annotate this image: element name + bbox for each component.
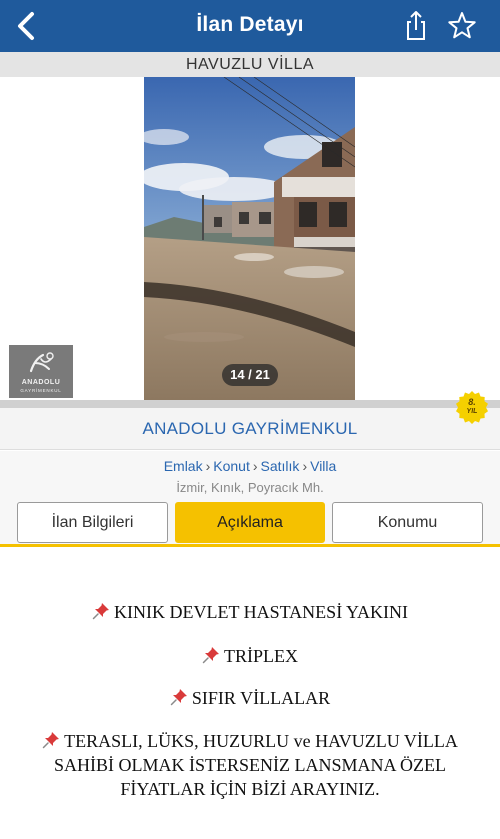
description-text: TERASLI, LÜKS, HUZURLU ve HAVUZLU VİLLA bbox=[64, 731, 458, 751]
share-button[interactable] bbox=[398, 8, 434, 44]
breadcrumb-separator: › bbox=[205, 458, 211, 474]
star-outline-icon bbox=[448, 12, 476, 39]
photo-gallery: 14 / 21 ANADOLU GAYRİMENKUL bbox=[0, 77, 500, 400]
agency-logo-mark-icon bbox=[29, 352, 54, 373]
detail-tabs: İlan Bilgileri Açıklama Konumu bbox=[0, 499, 500, 547]
description-text: KINIK DEVLET HASTANESİ YAKINI bbox=[113, 602, 409, 622]
breadcrumb-item-emlak[interactable]: Emlak bbox=[164, 458, 203, 474]
pushpin-icon bbox=[42, 732, 60, 749]
divider bbox=[0, 400, 500, 408]
agency-logo: ANADOLU GAYRİMENKUL bbox=[9, 345, 73, 398]
favorite-button[interactable] bbox=[444, 8, 480, 44]
description-line: TRİPLEX bbox=[0, 646, 500, 667]
listing-photo[interactable] bbox=[144, 77, 355, 400]
description-text: TRİPLEX bbox=[224, 646, 298, 666]
tab-konumu[interactable]: Konumu bbox=[332, 502, 483, 543]
breadcrumb-item-satilik[interactable]: Satılık bbox=[261, 458, 300, 474]
share-icon bbox=[407, 11, 425, 40]
top-nav-bar: İlan Detayı bbox=[0, 0, 500, 52]
description-panel: KINIK DEVLET HASTANESİ YAKINI TRİPLEX SI… bbox=[0, 550, 500, 839]
description-line: TERASLI, LÜKS, HUZURLU ve HAVUZLU VİLLA bbox=[0, 731, 500, 752]
logo-name: ANADOLU bbox=[21, 379, 61, 386]
breadcrumb-separator: › bbox=[252, 458, 258, 474]
breadcrumb-separator: › bbox=[302, 458, 308, 474]
pushpin-icon bbox=[170, 689, 187, 706]
pushpin-icon bbox=[92, 603, 109, 620]
description-line: FİYATLAR İÇİN BİZİ ARAYINIZ. bbox=[0, 779, 500, 800]
agency-bar: ANADOLU GAYRİMENKUL bbox=[0, 408, 500, 450]
description-line: SAHİBİ OLMAK İSTERSENİZ LANSMANA ÖZEL bbox=[0, 755, 500, 776]
tab-aciklama[interactable]: Açıklama bbox=[175, 502, 325, 543]
description-text: SIFIR VİLLALAR bbox=[191, 688, 331, 708]
breadcrumb: Emlak › Konut › Satılık › Villa bbox=[0, 458, 500, 474]
listing-title: HAVUZLU VİLLA bbox=[0, 52, 500, 77]
pushpin-icon bbox=[202, 647, 219, 664]
construction-site-photo bbox=[144, 77, 355, 400]
agency-name-link[interactable]: ANADOLU GAYRİMENKUL bbox=[0, 419, 500, 439]
description-text: FİYATLAR İÇİN BİZİ ARAYINIZ. bbox=[120, 779, 380, 799]
breadcrumb-item-konut[interactable]: Konut bbox=[213, 458, 250, 474]
photo-counter[interactable]: 14 / 21 bbox=[222, 364, 278, 386]
breadcrumb-item-villa[interactable]: Villa bbox=[310, 458, 336, 474]
logo-subtitle: GAYRİMENKUL bbox=[20, 388, 62, 393]
seal-badge-icon bbox=[456, 391, 488, 424]
membership-years-badge: 8. YIL bbox=[455, 390, 489, 424]
description-text: SAHİBİ OLMAK İSTERSENİZ LANSMANA ÖZEL bbox=[54, 755, 446, 775]
description-line: SIFIR VİLLALAR bbox=[0, 688, 500, 709]
listing-location: İzmir, Kınık, Poyracık Mh. bbox=[176, 480, 324, 495]
tab-ilan-bilgileri[interactable]: İlan Bilgileri bbox=[17, 502, 168, 543]
badge-label: YIL bbox=[466, 408, 478, 415]
category-section: Emlak › Konut › Satılık › Villa İzmir, Kınık, … bbox=[0, 451, 500, 499]
description-line: KINIK DEVLET HASTANESİ YAKINI bbox=[0, 602, 500, 623]
badge-number: 8. bbox=[468, 397, 476, 407]
